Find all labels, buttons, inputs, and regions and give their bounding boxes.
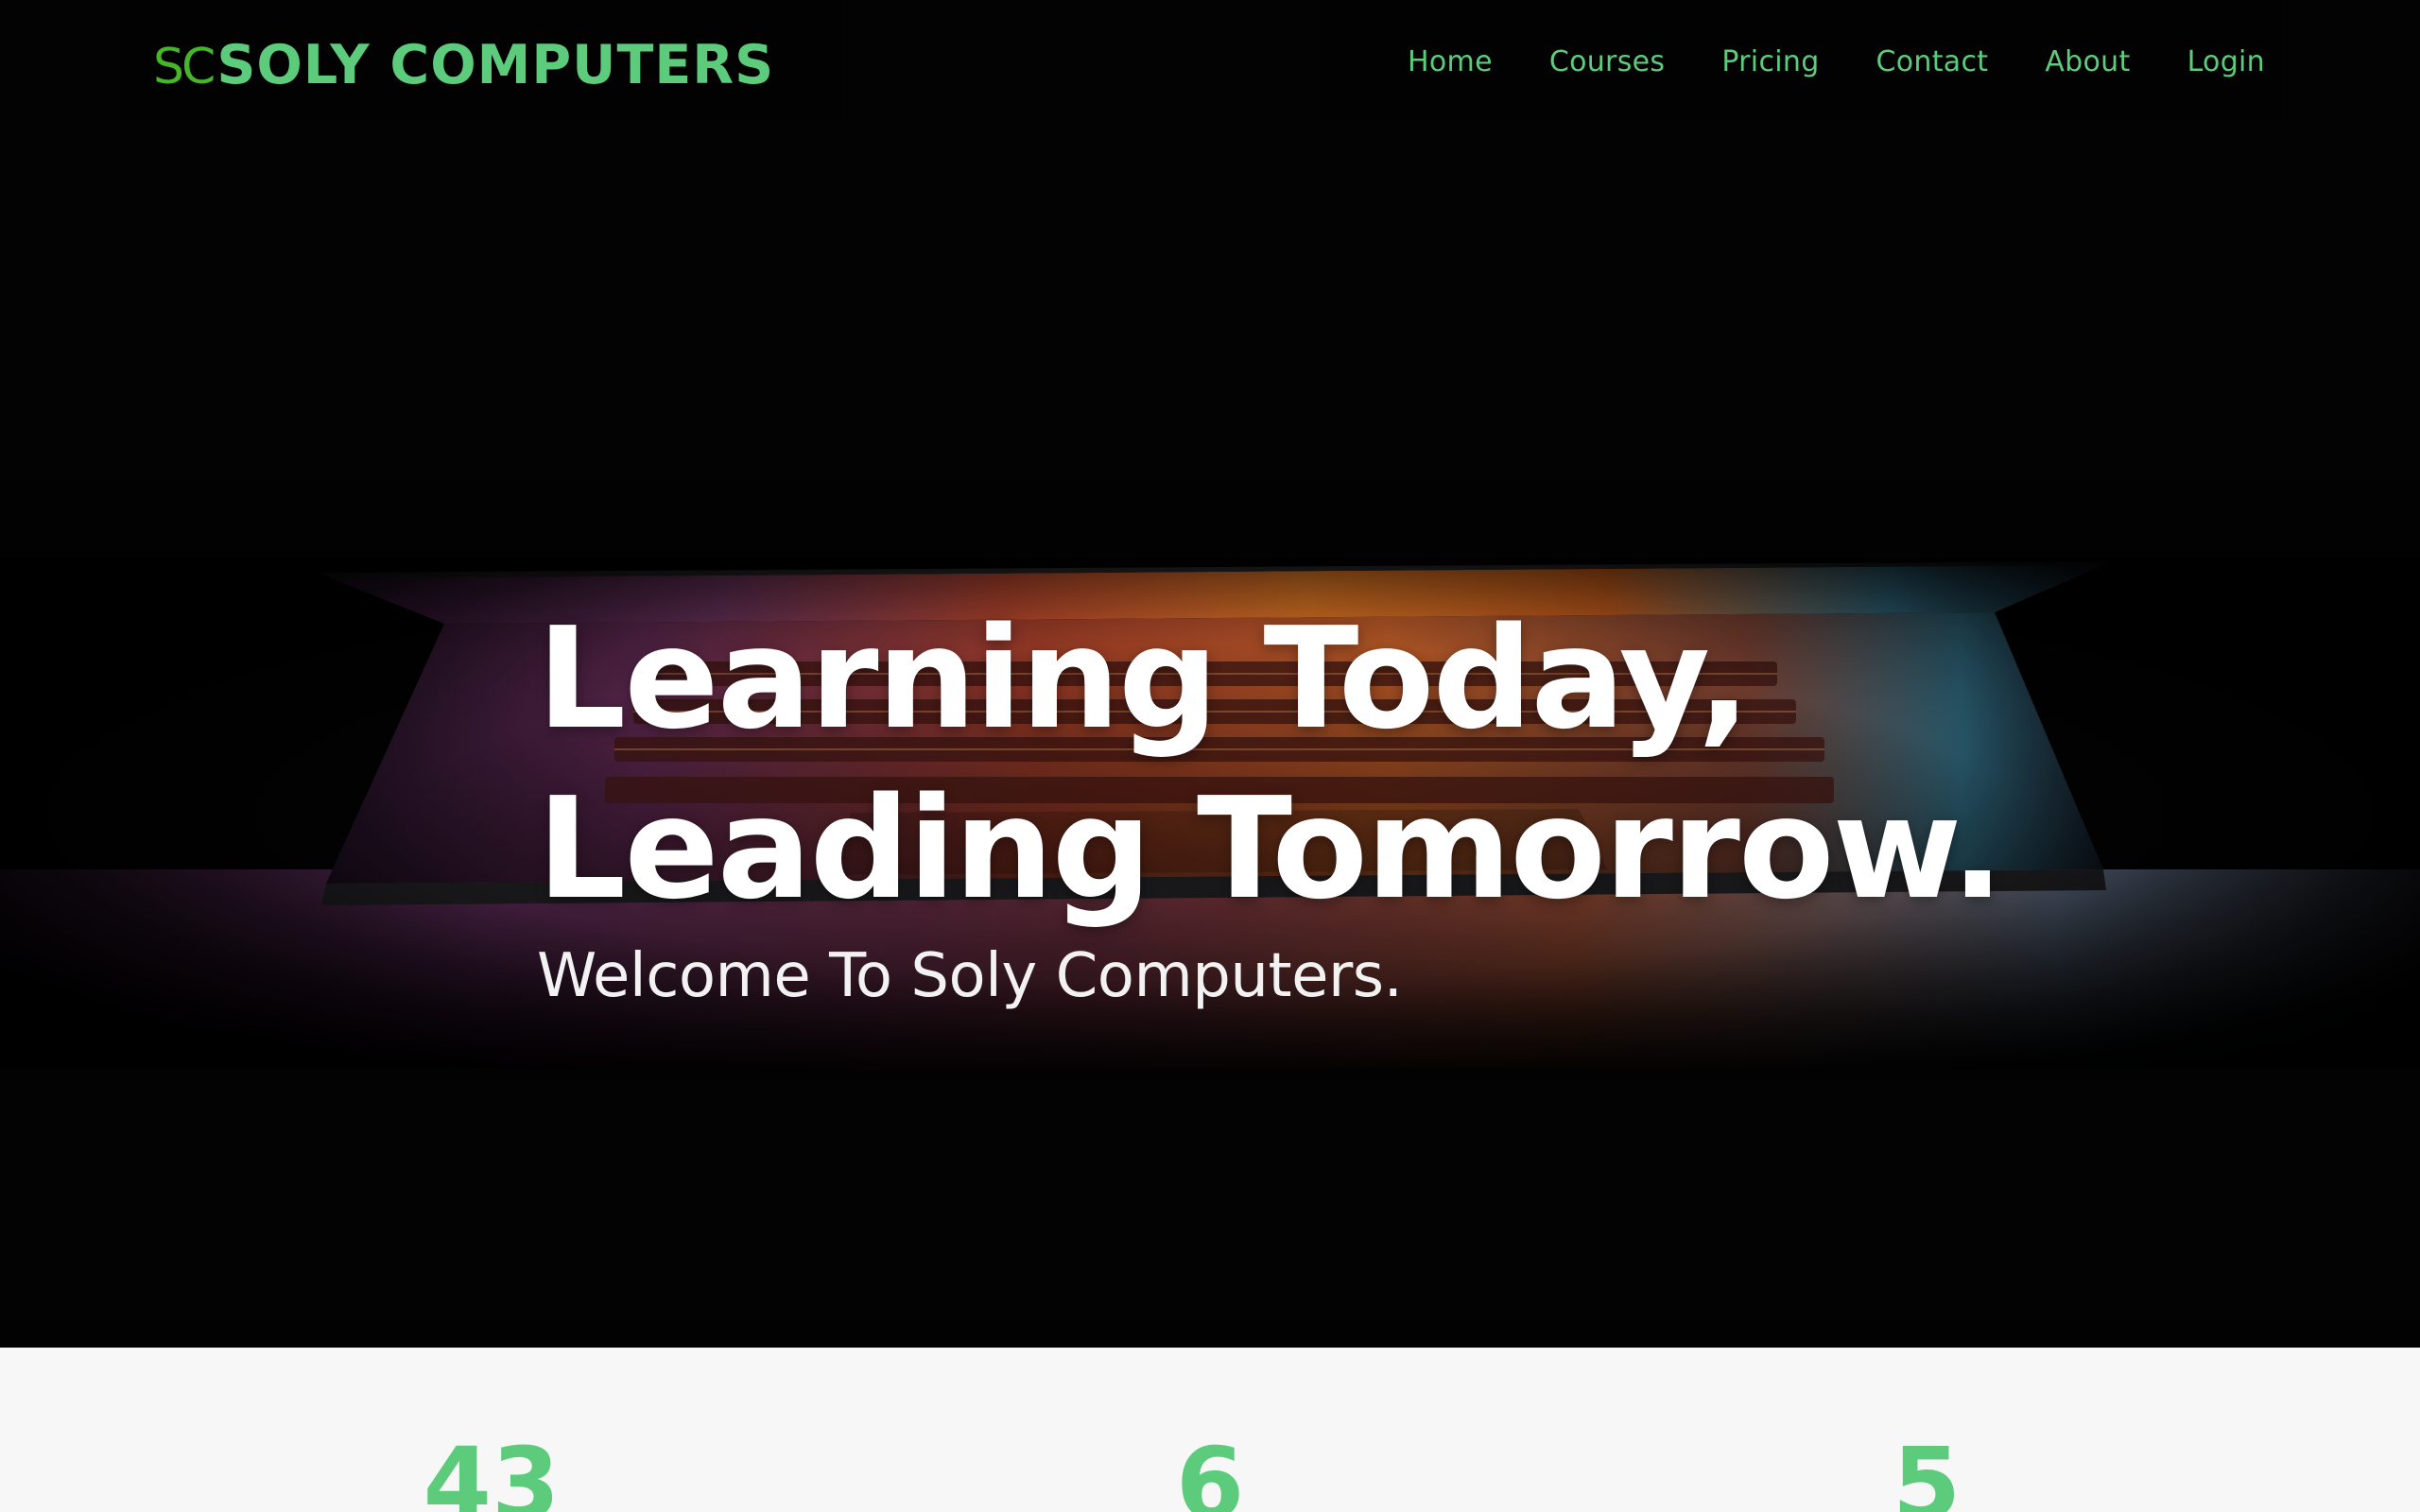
stat-value: 5 [1892,1426,1962,1512]
stat-item: 5 [1737,1348,2116,1512]
brand-name: SOLY COMPUTERS [216,34,775,96]
hero-title-line-2: Leading Tomorrow. [537,767,2004,930]
hero-subtitle: Welcome To Soly Computers. [537,941,1403,1011]
nav-menu: Home Courses Pricing Contact About Login [1408,45,2265,78]
top-navbar: SC SOLY COMPUTERS Home Courses Pricing C… [0,0,2420,134]
stat-item: 6 [1021,1348,1399,1512]
hero-section: Learning Today, Leading Tomorrow. Welcom… [0,0,2420,1348]
nav-about-link[interactable]: About [2045,45,2130,78]
landing-page: Learning Today, Leading Tomorrow. Welcom… [0,0,2420,1512]
nav-courses-link[interactable]: Courses [1549,45,1665,78]
stat-value: 6 [1175,1426,1245,1512]
nav-home-link[interactable]: Home [1408,45,1493,78]
stats-section: 43 6 5 [0,1348,2420,1512]
nav-pricing-link[interactable]: Pricing [1721,45,1819,78]
hero-text-block: Learning Today, Leading Tomorrow. Welcom… [537,593,2004,1011]
logo-mark: SC [153,39,216,95]
stat-value: 43 [423,1426,561,1512]
hero-title-line-1: Learning Today, [537,597,1751,760]
hero-title: Learning Today, Leading Tomorrow. [537,593,2004,934]
stat-item: 43 [302,1348,681,1512]
nav-contact-link[interactable]: Contact [1876,45,1989,78]
nav-login-link[interactable]: Login [2187,45,2265,78]
brand-logo[interactable]: SC SOLY COMPUTERS [153,34,774,100]
